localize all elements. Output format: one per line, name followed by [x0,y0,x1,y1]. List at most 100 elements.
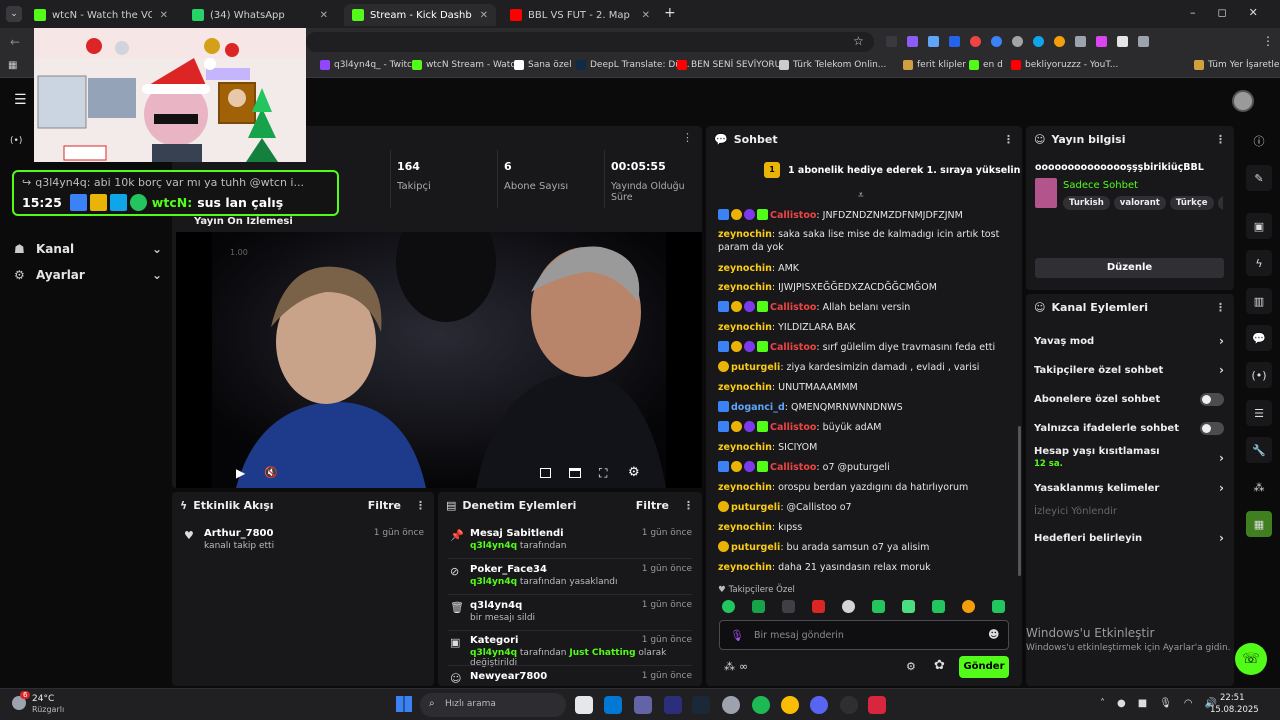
chat-username[interactable]: Callistoo [770,462,816,473]
chat-username[interactable]: zeynochin [718,263,772,274]
more-options-icon[interactable]: ⋮ [415,499,426,512]
chat-username[interactable]: puturgeli [731,542,780,553]
chat-message[interactable]: zeynochin: daha 21 yasındasın relax moru… [718,561,1014,574]
chat-input-box[interactable]: 🎙 Bir mesaj gönderin ☻ [719,620,1009,650]
toggle-switch[interactable] [1200,393,1224,406]
apps-grid-icon[interactable]: ▦ [8,60,17,71]
more-options-icon[interactable]: ⋮ [683,499,694,512]
lightning-icon[interactable]: ϟ [1246,250,1272,276]
minimize-button[interactable]: – [1190,6,1196,19]
settings-gear-icon[interactable]: ⚙ [628,465,640,480]
extension-icon[interactable] [1117,36,1128,47]
close-tab-icon[interactable]: ✕ [312,10,328,21]
chrome-icon[interactable] [781,696,799,714]
chat-message[interactable]: zeynochin: SICIYOM [718,441,1014,454]
broadcast-icon[interactable]: (•) [1246,362,1272,388]
emote-icon[interactable] [962,600,975,613]
chat-message[interactable]: Callistoo: sırf gülelim diye travmasını … [718,341,1014,354]
steam-icon[interactable] [692,696,710,714]
info-icon[interactable]: ⓘ [1246,128,1272,154]
extension-icon[interactable] [970,36,981,47]
moderation-actor[interactable]: q3l4yn4q [470,577,517,587]
close-tab-icon[interactable]: ✕ [634,10,650,21]
extension-icon[interactable] [991,36,1002,47]
taskbar-search-box[interactable]: ⌕ Hızlı arama [420,693,566,717]
action-account-age[interactable]: Hesap yaşı kısıtlaması 12 sa. › [1034,446,1224,469]
chat-username[interactable]: zeynochin [718,229,772,240]
chat-message[interactable]: zeynochin: orospu berdan yazdıgını da ha… [718,481,1014,494]
extension-icon[interactable] [886,36,897,47]
bookmark-item[interactable]: bekliyoruzzz - YouT... [1011,60,1118,70]
teams-icon[interactable] [634,696,652,714]
emote-icon[interactable] [842,600,855,613]
fullscreen-icon[interactable]: ⛶ [599,466,607,481]
close-tab-icon[interactable]: ✕ [472,10,488,21]
bookmark-item[interactable]: Türk Telekom Onlin... [779,60,886,70]
tray-app-icon[interactable]: ■ [1138,698,1147,709]
emote-menu-icon[interactable]: ✿ [934,658,945,673]
chat-username[interactable]: Callistoo [770,422,816,433]
weather-widget[interactable]: 6 24°C Rüzgarlı [10,691,70,717]
emote-icon[interactable] [812,600,825,613]
emote-icon[interactable] [752,600,765,613]
points-icon[interactable]: ⁂ [1246,474,1272,500]
toggle-switch[interactable] [1200,422,1224,435]
wrench-icon[interactable]: 🔧 [1246,437,1272,463]
chat-message[interactable]: zeynochin: YILDIZLARA BAK [718,321,1014,334]
chat-username[interactable]: doganci_d [731,402,785,413]
bookmark-item[interactable]: en d [969,60,1003,70]
close-tab-icon[interactable]: ✕ [152,10,168,21]
task-view-icon[interactable] [575,696,593,714]
action-banned-words[interactable]: Yasaklanmış kelimeler › [1034,481,1224,495]
chat-username[interactable]: Callistoo [770,210,816,221]
close-window-button[interactable]: ✕ [1249,6,1258,19]
filter-button[interactable]: Filtre [636,499,669,512]
play-button[interactable]: ▶ [236,466,245,480]
extension-icon[interactable] [907,36,918,47]
extension-icon[interactable] [1054,36,1065,47]
app-icon[interactable] [722,696,740,714]
bookmark-item[interactable]: Tüm Yer İşaretleri [1194,60,1280,70]
browser-tab[interactable]: wtcN - Watch the VOD on Kick✕ [26,4,176,26]
chat-message[interactable]: zeynochin: IJWJPISXEĞĞEDXZACDĞĞCMĞOM [718,281,1014,294]
user-avatar[interactable] [1232,90,1254,112]
extension-icon[interactable] [928,36,939,47]
extension-icon[interactable] [949,36,960,47]
send-button[interactable]: Gönder [959,656,1009,678]
chat-username[interactable]: zeynochin [718,442,772,453]
back-icon[interactable]: ← [10,35,20,49]
chat-username[interactable]: zeynochin [718,282,772,293]
clock-date[interactable]: 15.08.2025 [1210,705,1259,715]
hamburger-menu-icon[interactable]: ☰ [14,92,27,108]
extension-icon[interactable] [1075,36,1086,47]
picture-in-picture-icon[interactable] [540,468,551,478]
chat-message[interactable]: Callistoo: Allah belanı versin [718,301,1014,314]
more-options-icon[interactable]: ⋮ [1215,301,1226,314]
more-options-icon[interactable]: ⋮ [1003,133,1014,146]
bookmark-item[interactable]: ferit klipler [903,60,966,70]
chat-message[interactable]: doganci_d: QMENQMRNWNNDNWS [718,401,1014,414]
chat-message[interactable]: Callistoo: büyük adAM [718,421,1014,434]
kick-app-icon[interactable]: ▦ [1246,511,1272,537]
address-input[interactable] [306,32,874,52]
chat-message[interactable]: Callistoo: JNFDZNDZNMZDFNMJDFZJNM [718,209,1014,222]
chevron-up-icon[interactable]: ˄ [1100,698,1105,709]
clock-time[interactable]: 22:51 [1220,693,1245,703]
chat-username[interactable]: zeynochin [718,522,772,533]
premiere-icon[interactable] [664,696,682,714]
chat-message[interactable]: zeynochin: AMK [718,262,1014,275]
filter-button[interactable]: Filtre [368,499,401,512]
category-name[interactable]: Sadece Sohbet [1063,180,1138,191]
bookmark-item[interactable]: DeepL Translate: Dü... [576,60,690,70]
edit-pencil-icon[interactable]: ✎ [1246,165,1272,191]
bookmark-item[interactable]: Sana özel [514,60,572,70]
app-red-icon[interactable] [868,696,886,714]
stream-tag[interactable]: Turkish [1063,196,1110,210]
browser-tab[interactable]: (34) WhatsApp ✕ [184,4,336,26]
action-slow-mode[interactable]: Yavaş mod › [1034,334,1224,348]
action-emote-only[interactable]: Yalnızca ifadelerle sohbet [1034,422,1224,435]
emote-icon[interactable] [722,600,735,613]
theater-mode-icon[interactable] [569,468,581,478]
emote-icon[interactable] [932,600,945,613]
chat-message[interactable]: puturgeli: bu arada samsun o7 ya alisim [718,541,1014,554]
